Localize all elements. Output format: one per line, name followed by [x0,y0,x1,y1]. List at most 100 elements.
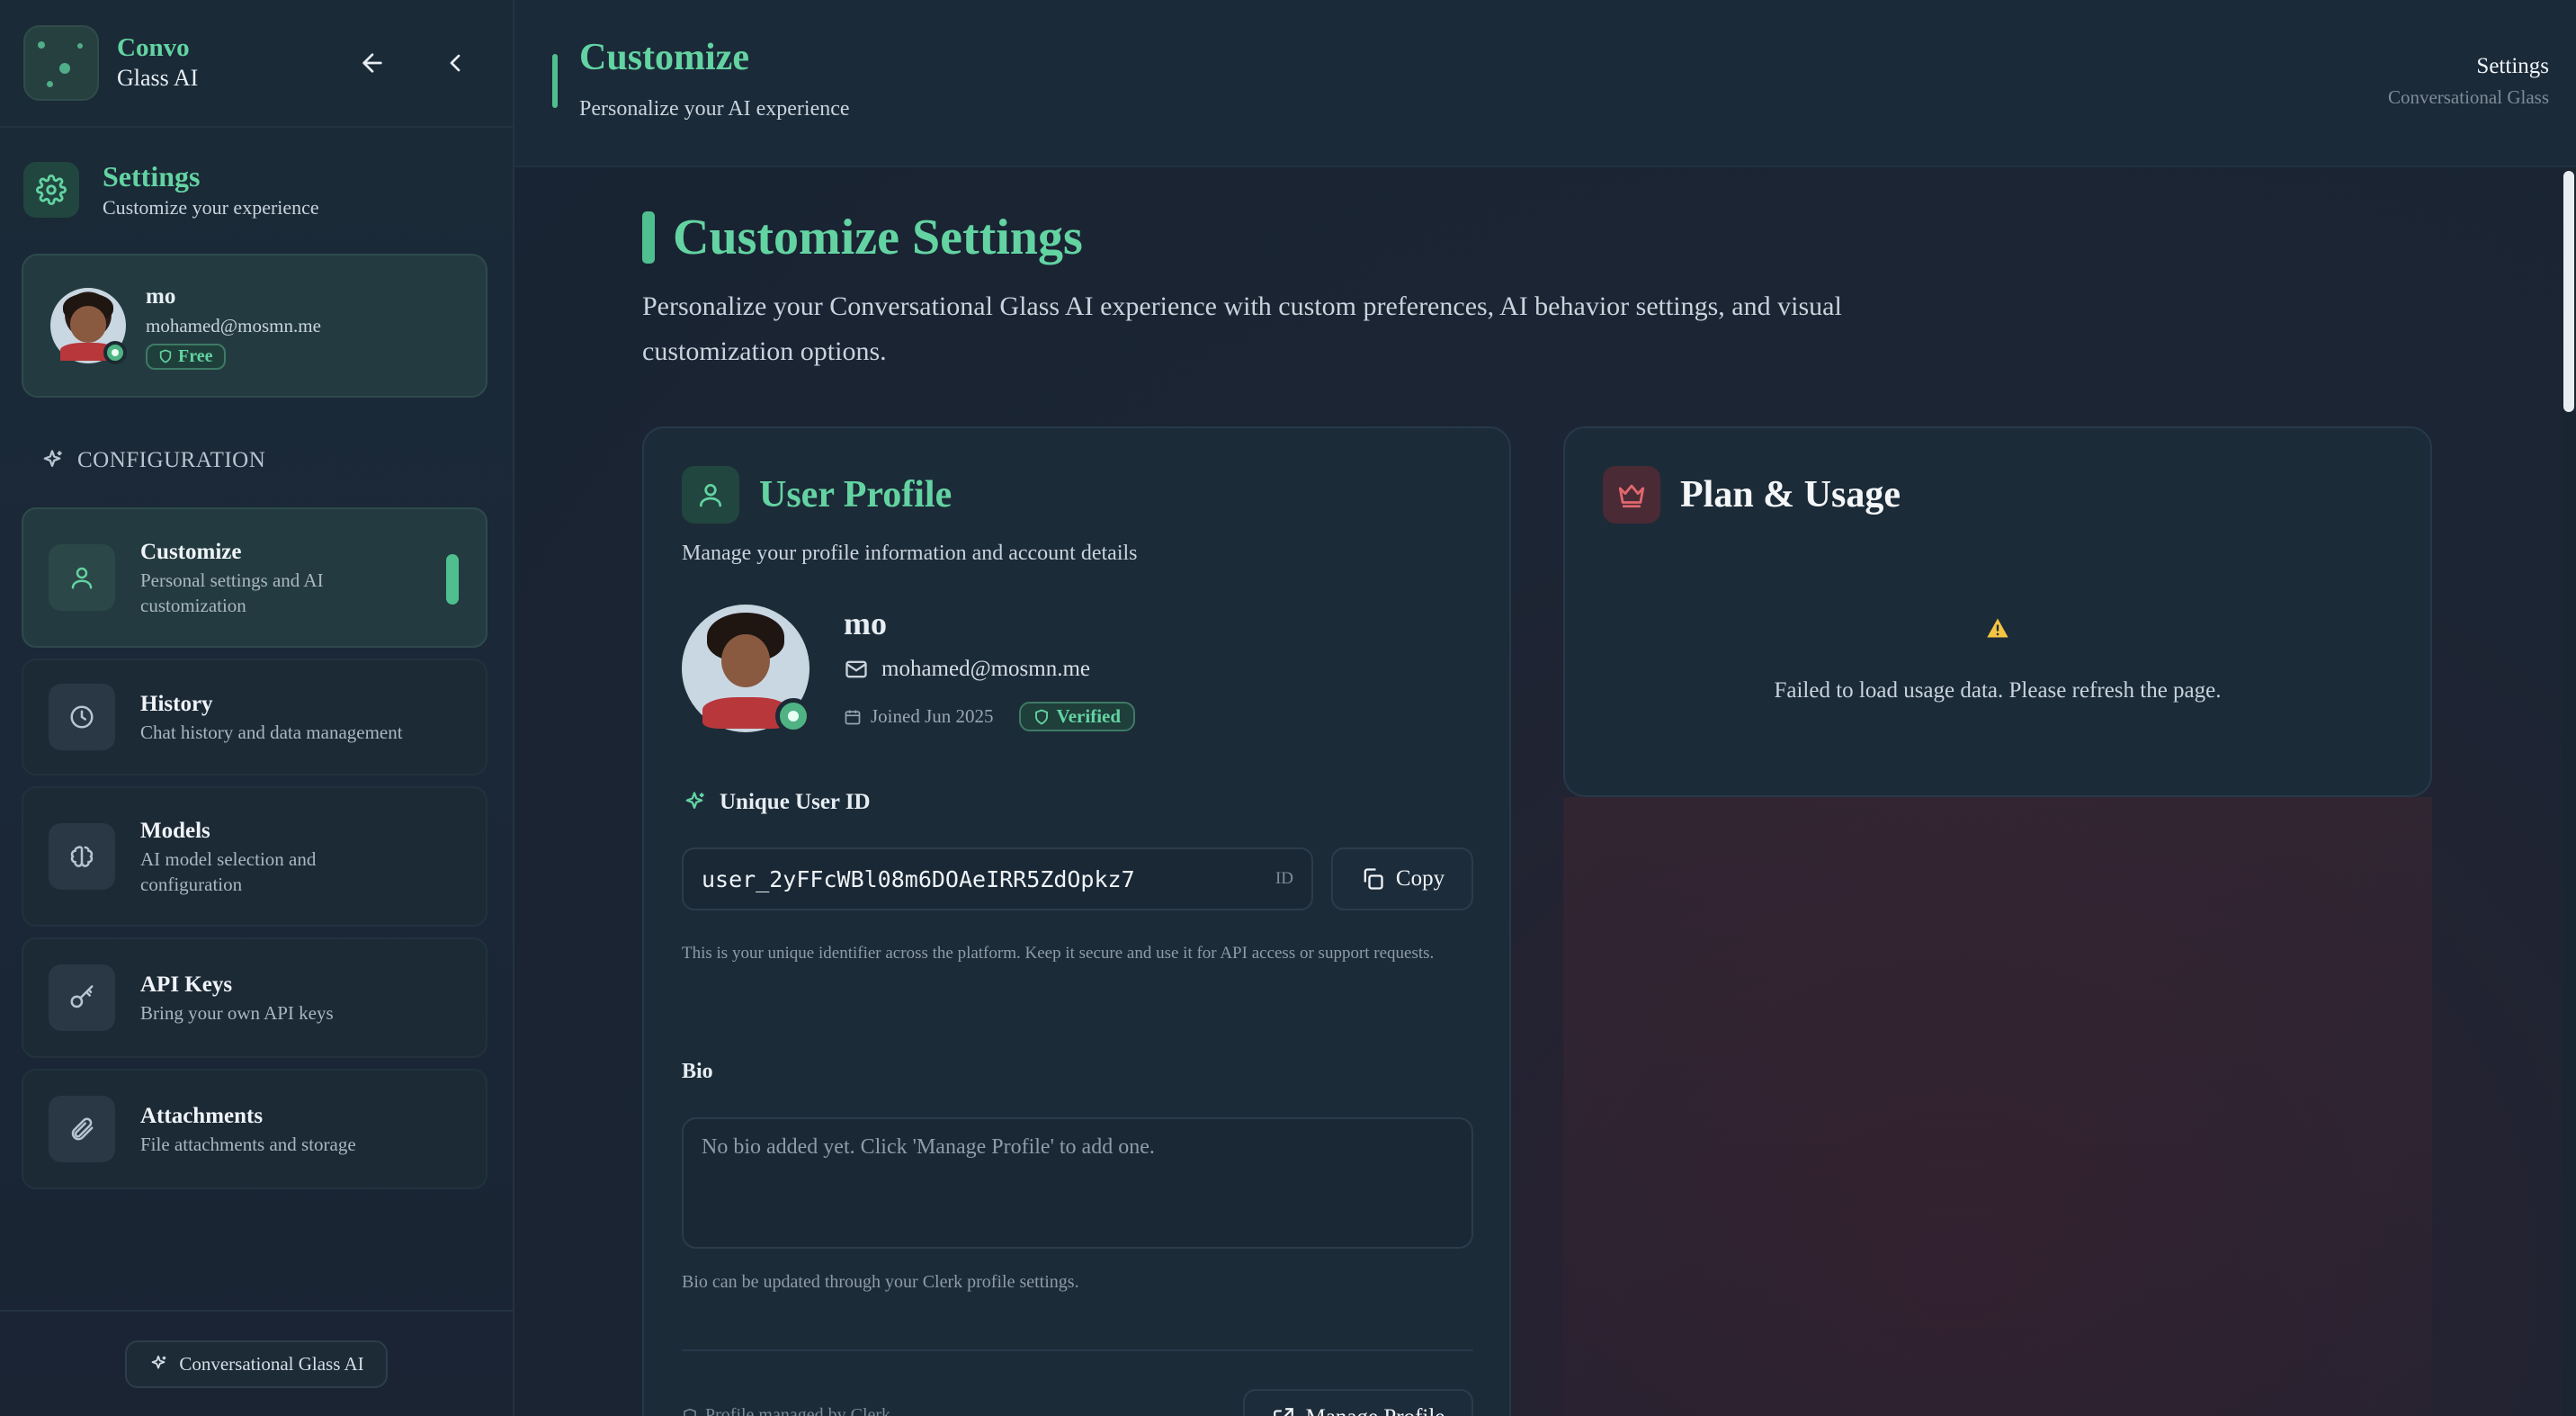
sidebar: Convo Glass AI Settings Customize your e… [0,0,514,1416]
plan-badge-label: Free [178,345,213,366]
sparkles-icon [152,1355,166,1369]
paperclip-icon [49,1096,115,1162]
sidebar-item-label: Models [140,819,210,843]
joined-date: Joined Jun 2025 [844,705,994,728]
app-name-pill[interactable]: Conversational Glass AI [125,1340,388,1388]
sidebar-user-card[interactable]: mo mohamed@mosmn.me Free [22,254,487,398]
copy-icon [1364,868,1383,890]
header-title: Customize [579,37,749,78]
shield-icon [159,349,172,363]
app-logo [23,25,99,101]
brand-name: Convo [117,33,190,62]
external-link-icon [1273,1408,1293,1416]
sidebar-item-api-keys[interactable]: API Keys Bring your own API keys [22,937,487,1058]
profile-email-row: mohamed@mosmn.me [844,657,1090,682]
sidebar-item-label: API Keys [140,972,233,997]
user-email: mohamed@mosmn.me [146,314,321,336]
breadcrumb-title: Settings [2476,54,2549,78]
background-glow [1563,797,2432,1416]
verified-badge: Verified [1018,702,1136,731]
back-arrow-icon[interactable] [358,49,387,77]
user-profile-subtitle: Manage your profile information and acco… [682,542,1138,565]
joined-label: Joined Jun 2025 [871,705,994,727]
plan-badge: Free [146,343,226,370]
page-title-block: Customize Settings [642,209,1083,266]
verified-label: Verified [1056,705,1122,727]
shield-icon [684,1408,696,1416]
sparkles-icon [685,792,704,809]
calendar-icon [845,710,861,724]
sidebar-item-desc: AI model selection and configuration [140,848,317,895]
title-accent-bar [552,54,558,108]
sidebar-settings-subtitle: Customize your experience [103,196,319,219]
configuration-label: CONFIGURATION [77,448,266,472]
brand-subname: Glass AI [117,65,199,91]
bio-field[interactable]: No bio added yet. Click 'Manage Profile'… [682,1117,1473,1249]
sidebar-item-history[interactable]: History Chat history and data management [22,659,487,775]
user-id-field[interactable]: user_2yFFcWBl08m6DOAeIRR5ZdOpkz7 ID [682,847,1313,910]
sidebar-settings-title: Settings [103,160,201,193]
sidebar-item-desc: Bring your own API keys [140,1002,334,1024]
profile-email: mohamed@mosmn.me [881,657,1091,681]
scrollbar[interactable] [2562,167,2576,1416]
user-profile-header: User Profile [682,466,952,524]
unique-id-heading: Unique User ID [682,790,871,815]
active-indicator [446,554,459,605]
brain-icon [49,823,115,890]
sidebar-item-label: Attachments [140,1104,264,1128]
unique-id-label: Unique User ID [720,790,871,814]
app-root: Convo Glass AI Settings Customize your e… [0,0,2576,1416]
user-profile-card: User Profile Manage your profile informa… [642,426,1511,1416]
app-name-label: Conversational Glass AI [179,1352,364,1375]
bio-heading: Bio [682,1060,713,1083]
top-bar: Customize Personalize your AI experience… [514,0,2576,167]
brand: Convo Glass AI [117,32,198,94]
plan-usage-card: Plan & Usage Failed to load usage data. … [1563,426,2432,797]
sidebar-footer: Conversational Glass AI [0,1310,513,1416]
avatar [50,288,127,364]
user-id-value: user_2yFFcWBl08m6DOAeIRR5ZdOpkz7 [702,865,1135,892]
plan-usage-title: Plan & Usage [1680,474,1901,515]
sidebar-nav: Customize Personal settings and AI custo… [22,507,487,1200]
sparkles-icon [43,450,62,467]
user-icon [49,544,115,611]
main-content: Customize Personalize your AI experience… [514,0,2576,1416]
scrollbar-thumb[interactable] [2563,171,2574,412]
sidebar-item-attachments[interactable]: Attachments File attachments and storage [22,1069,487,1189]
page-description: Personalize your Conversational Glass AI… [642,291,1842,366]
user-icon [682,466,739,524]
key-icon [49,964,115,1031]
sidebar-item-label: History [140,692,213,716]
manage-profile-label: Manage Profile [1306,1405,1445,1416]
plan-usage-header: Plan & Usage [1603,466,1901,524]
page-title-accent [642,211,655,264]
mail-icon [845,660,867,678]
sidebar-item-desc: Chat history and data management [140,721,403,743]
sidebar-item-desc: File attachments and storage [140,1134,356,1155]
sidebar-settings-heading: Settings Customize your experience [0,158,513,221]
user-name: mo [146,283,176,309]
crown-icon [1603,466,1660,524]
copy-label: Copy [1395,866,1445,891]
configuration-section-heading: CONFIGURATION [40,448,265,473]
sidebar-item-desc: Personal settings and AI customization [140,569,324,616]
user-id-tag: ID [1275,869,1293,888]
sidebar-header: Convo Glass AI [0,0,513,128]
breadcrumb-subtitle: Conversational Glass [2387,86,2549,108]
manage-profile-button[interactable]: Manage Profile [1243,1389,1473,1416]
shield-icon [1034,708,1048,725]
page-title: Customize Settings [673,210,1083,265]
collapse-sidebar-icon[interactable] [441,49,470,77]
header-subtitle: Personalize your AI experience [579,97,850,121]
bio-help: Bio can be updated through your Clerk pr… [682,1272,1079,1292]
managed-by-note: Profile managed by Clerk [682,1405,890,1416]
profile-name: mo [844,605,887,641]
user-id-help: This is your unique identifier across th… [682,944,1435,963]
clock-icon [49,684,115,750]
profile-avatar [682,605,811,734]
sidebar-item-models[interactable]: Models AI model selection and configurat… [22,786,487,927]
copy-button[interactable]: Copy [1331,847,1473,910]
divider [682,1349,1473,1351]
gear-icon [23,162,79,218]
sidebar-item-customize[interactable]: Customize Personal settings and AI custo… [22,507,487,648]
